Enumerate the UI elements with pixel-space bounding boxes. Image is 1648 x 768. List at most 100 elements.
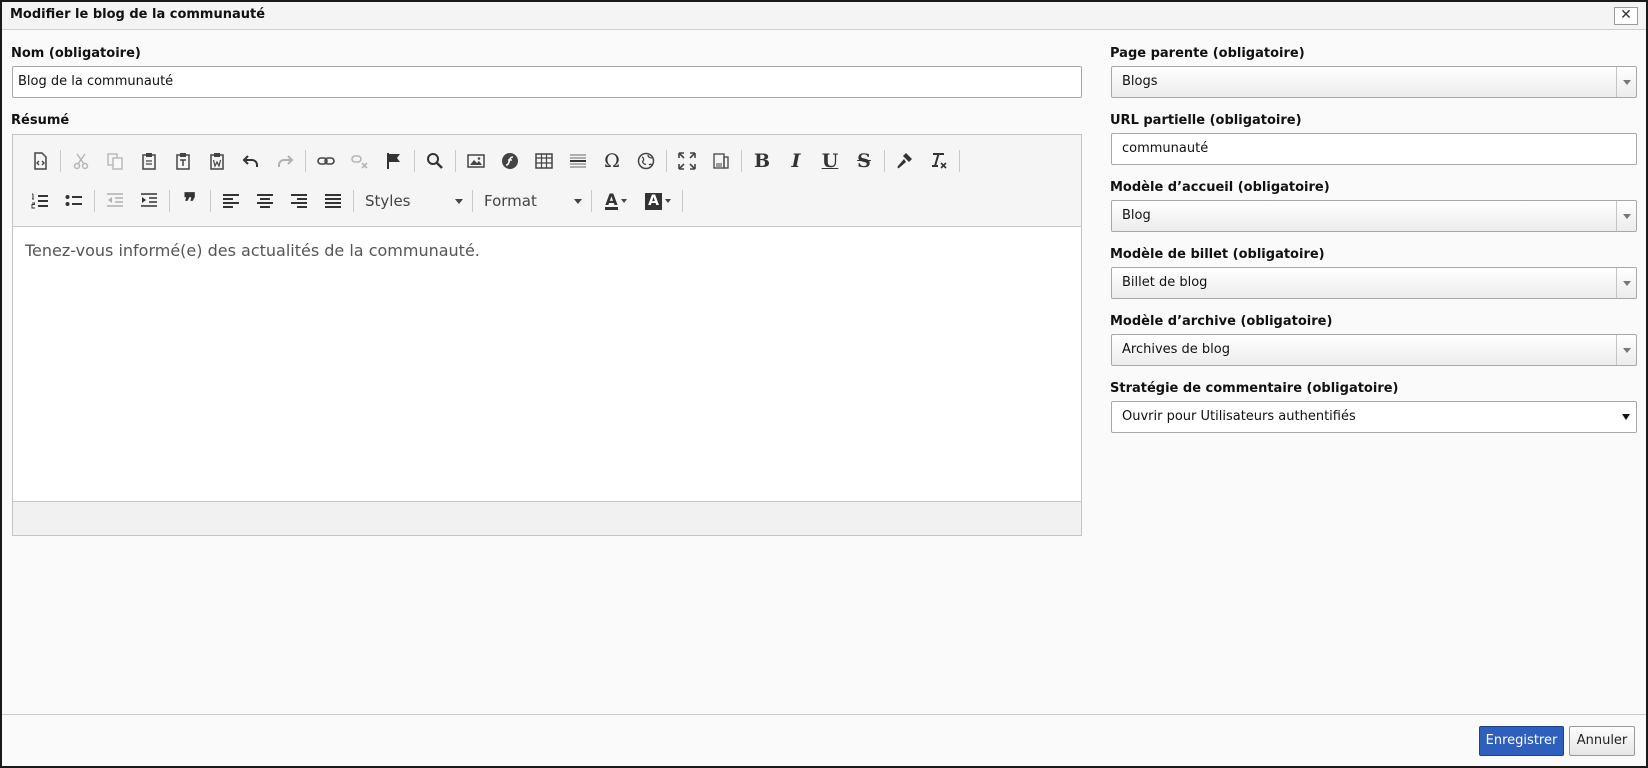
table-icon[interactable] (529, 147, 559, 175)
toolbar-row-1: Ω B I U S (23, 145, 963, 177)
comment-strategy-label: Stratégie de commentaire (obligatoire) (1110, 381, 1399, 396)
home-template-value: Blog (1122, 208, 1151, 223)
name-label: Nom (obligatoire) (11, 46, 141, 61)
edit-blog-dialog: Modifier le blog de la communauté ✕ Nom … (0, 0, 1648, 768)
text-color-icon: A (605, 190, 618, 210)
post-template-select[interactable]: Billet de blog (1111, 267, 1637, 299)
toolbar-separator (94, 190, 95, 212)
home-template-label: Modèle d’accueil (obligatoire) (1110, 180, 1330, 195)
background-color-button[interactable]: A (637, 187, 679, 215)
copy-format-brush-icon[interactable] (890, 147, 920, 175)
toolbar-separator (455, 150, 456, 172)
comment-strategy-value: Ouvrir pour Utilisateurs authentifiés (1122, 409, 1356, 424)
editor-toolbar: Ω B I U S ❞ Styles Format A A (13, 135, 1081, 227)
align-left-icon[interactable] (216, 187, 246, 215)
chevron-down-icon (1623, 80, 1631, 85)
editor-status-bar (13, 501, 1081, 535)
footer-divider (2, 714, 1646, 715)
chevron-down-icon (664, 199, 671, 203)
toolbar-separator (741, 150, 742, 172)
show-blocks-icon[interactable] (706, 147, 736, 175)
toolbar-separator (959, 150, 960, 172)
dialog-title: Modifier le blog de la communauté (10, 7, 266, 22)
partial-url-label: URL partielle (obligatoire) (1110, 113, 1302, 128)
find-icon[interactable] (420, 147, 450, 175)
rich-text-editor: Ω B I U S ❞ Styles Format A A Tenez-vous… (12, 134, 1082, 536)
parent-page-value: Blogs (1122, 74, 1158, 89)
chevron-down-icon (1623, 281, 1631, 286)
parent-page-select[interactable]: Blogs (1111, 66, 1637, 98)
toolbar-separator (414, 150, 415, 172)
source-icon[interactable] (25, 147, 55, 175)
toolbar-separator (682, 190, 683, 212)
toolbar-separator (305, 150, 306, 172)
dialog-titlebar: Modifier le blog de la communauté ✕ (2, 2, 1646, 30)
cut-icon[interactable] (66, 147, 96, 175)
dropdown-arrow (1616, 67, 1636, 97)
remove-format-icon[interactable] (924, 147, 954, 175)
toolbar-row-2: ❞ Styles Format A A (23, 185, 686, 217)
summary-text: Tenez-vous informé(e) des actualités de … (25, 241, 480, 260)
undo-icon[interactable] (236, 147, 266, 175)
anchor-flag-icon[interactable] (379, 147, 409, 175)
link-icon[interactable] (311, 147, 341, 175)
chevron-down-icon (574, 198, 582, 204)
special-char-icon[interactable]: Ω (597, 147, 627, 175)
toolbar-separator (60, 150, 61, 172)
align-center-icon[interactable] (250, 187, 280, 215)
format-dropdown[interactable]: Format (476, 188, 588, 214)
italic-icon[interactable]: I (781, 147, 811, 175)
indent-icon[interactable] (134, 187, 164, 215)
home-template-select[interactable]: Blog (1111, 200, 1637, 232)
dropdown-arrow (1616, 335, 1636, 365)
format-label: Format (484, 192, 537, 210)
styles-dropdown[interactable]: Styles (357, 188, 469, 214)
dropdown-arrow (1616, 402, 1636, 432)
cancel-button[interactable]: Annuler (1569, 726, 1635, 756)
maximize-icon[interactable] (672, 147, 702, 175)
align-justify-icon[interactable] (318, 187, 348, 215)
horizontal-rule-icon[interactable] (563, 147, 593, 175)
image-icon[interactable] (461, 147, 491, 175)
numbered-list-icon[interactable] (25, 187, 55, 215)
flash-icon[interactable] (495, 147, 525, 175)
close-button[interactable]: ✕ (1614, 7, 1638, 25)
save-button[interactable]: Enregistrer (1479, 726, 1564, 756)
iframe-globe-icon[interactable] (631, 147, 661, 175)
blockquote-icon[interactable]: ❞ (175, 187, 205, 216)
editor-content-area[interactable]: Tenez-vous informé(e) des actualités de … (13, 227, 1081, 503)
archive-template-label: Modèle d’archive (obligatoire) (1110, 314, 1333, 329)
outdent-icon[interactable] (100, 187, 130, 215)
partial-url-input[interactable]: communauté (1111, 133, 1637, 165)
styles-label: Styles (365, 192, 411, 210)
archive-template-value: Archives de blog (1122, 342, 1230, 357)
chevron-down-icon (620, 199, 627, 203)
toolbar-separator (353, 190, 354, 212)
strikethrough-icon[interactable]: S (849, 147, 879, 175)
underline-icon[interactable]: U (815, 147, 845, 175)
copy-icon[interactable] (100, 147, 130, 175)
archive-template-select[interactable]: Archives de blog (1111, 334, 1637, 366)
paste-icon[interactable] (134, 147, 164, 175)
post-template-value: Billet de blog (1122, 275, 1208, 290)
bold-icon[interactable]: B (747, 147, 777, 175)
name-input[interactable]: Blog de la communauté (12, 66, 1082, 98)
post-template-label: Modèle de billet (obligatoire) (1110, 247, 1325, 262)
toolbar-separator (884, 150, 885, 172)
paste-text-icon[interactable] (168, 147, 198, 175)
bulleted-list-icon[interactable] (59, 187, 89, 215)
chevron-down-icon (455, 198, 463, 204)
toolbar-separator (169, 190, 170, 212)
toolbar-separator (472, 190, 473, 212)
align-right-icon[interactable] (284, 187, 314, 215)
parent-page-label: Page parente (obligatoire) (1110, 46, 1305, 61)
redo-icon[interactable] (270, 147, 300, 175)
comment-strategy-select[interactable]: Ouvrir pour Utilisateurs authentifiés (1111, 401, 1637, 433)
text-color-button[interactable]: A (595, 187, 637, 215)
unlink-icon[interactable] (345, 147, 375, 175)
paste-word-icon[interactable] (202, 147, 232, 175)
chevron-down-icon (1623, 214, 1631, 219)
background-color-icon: A (645, 192, 662, 210)
summary-label: Résumé (11, 113, 70, 128)
toolbar-separator (591, 190, 592, 212)
